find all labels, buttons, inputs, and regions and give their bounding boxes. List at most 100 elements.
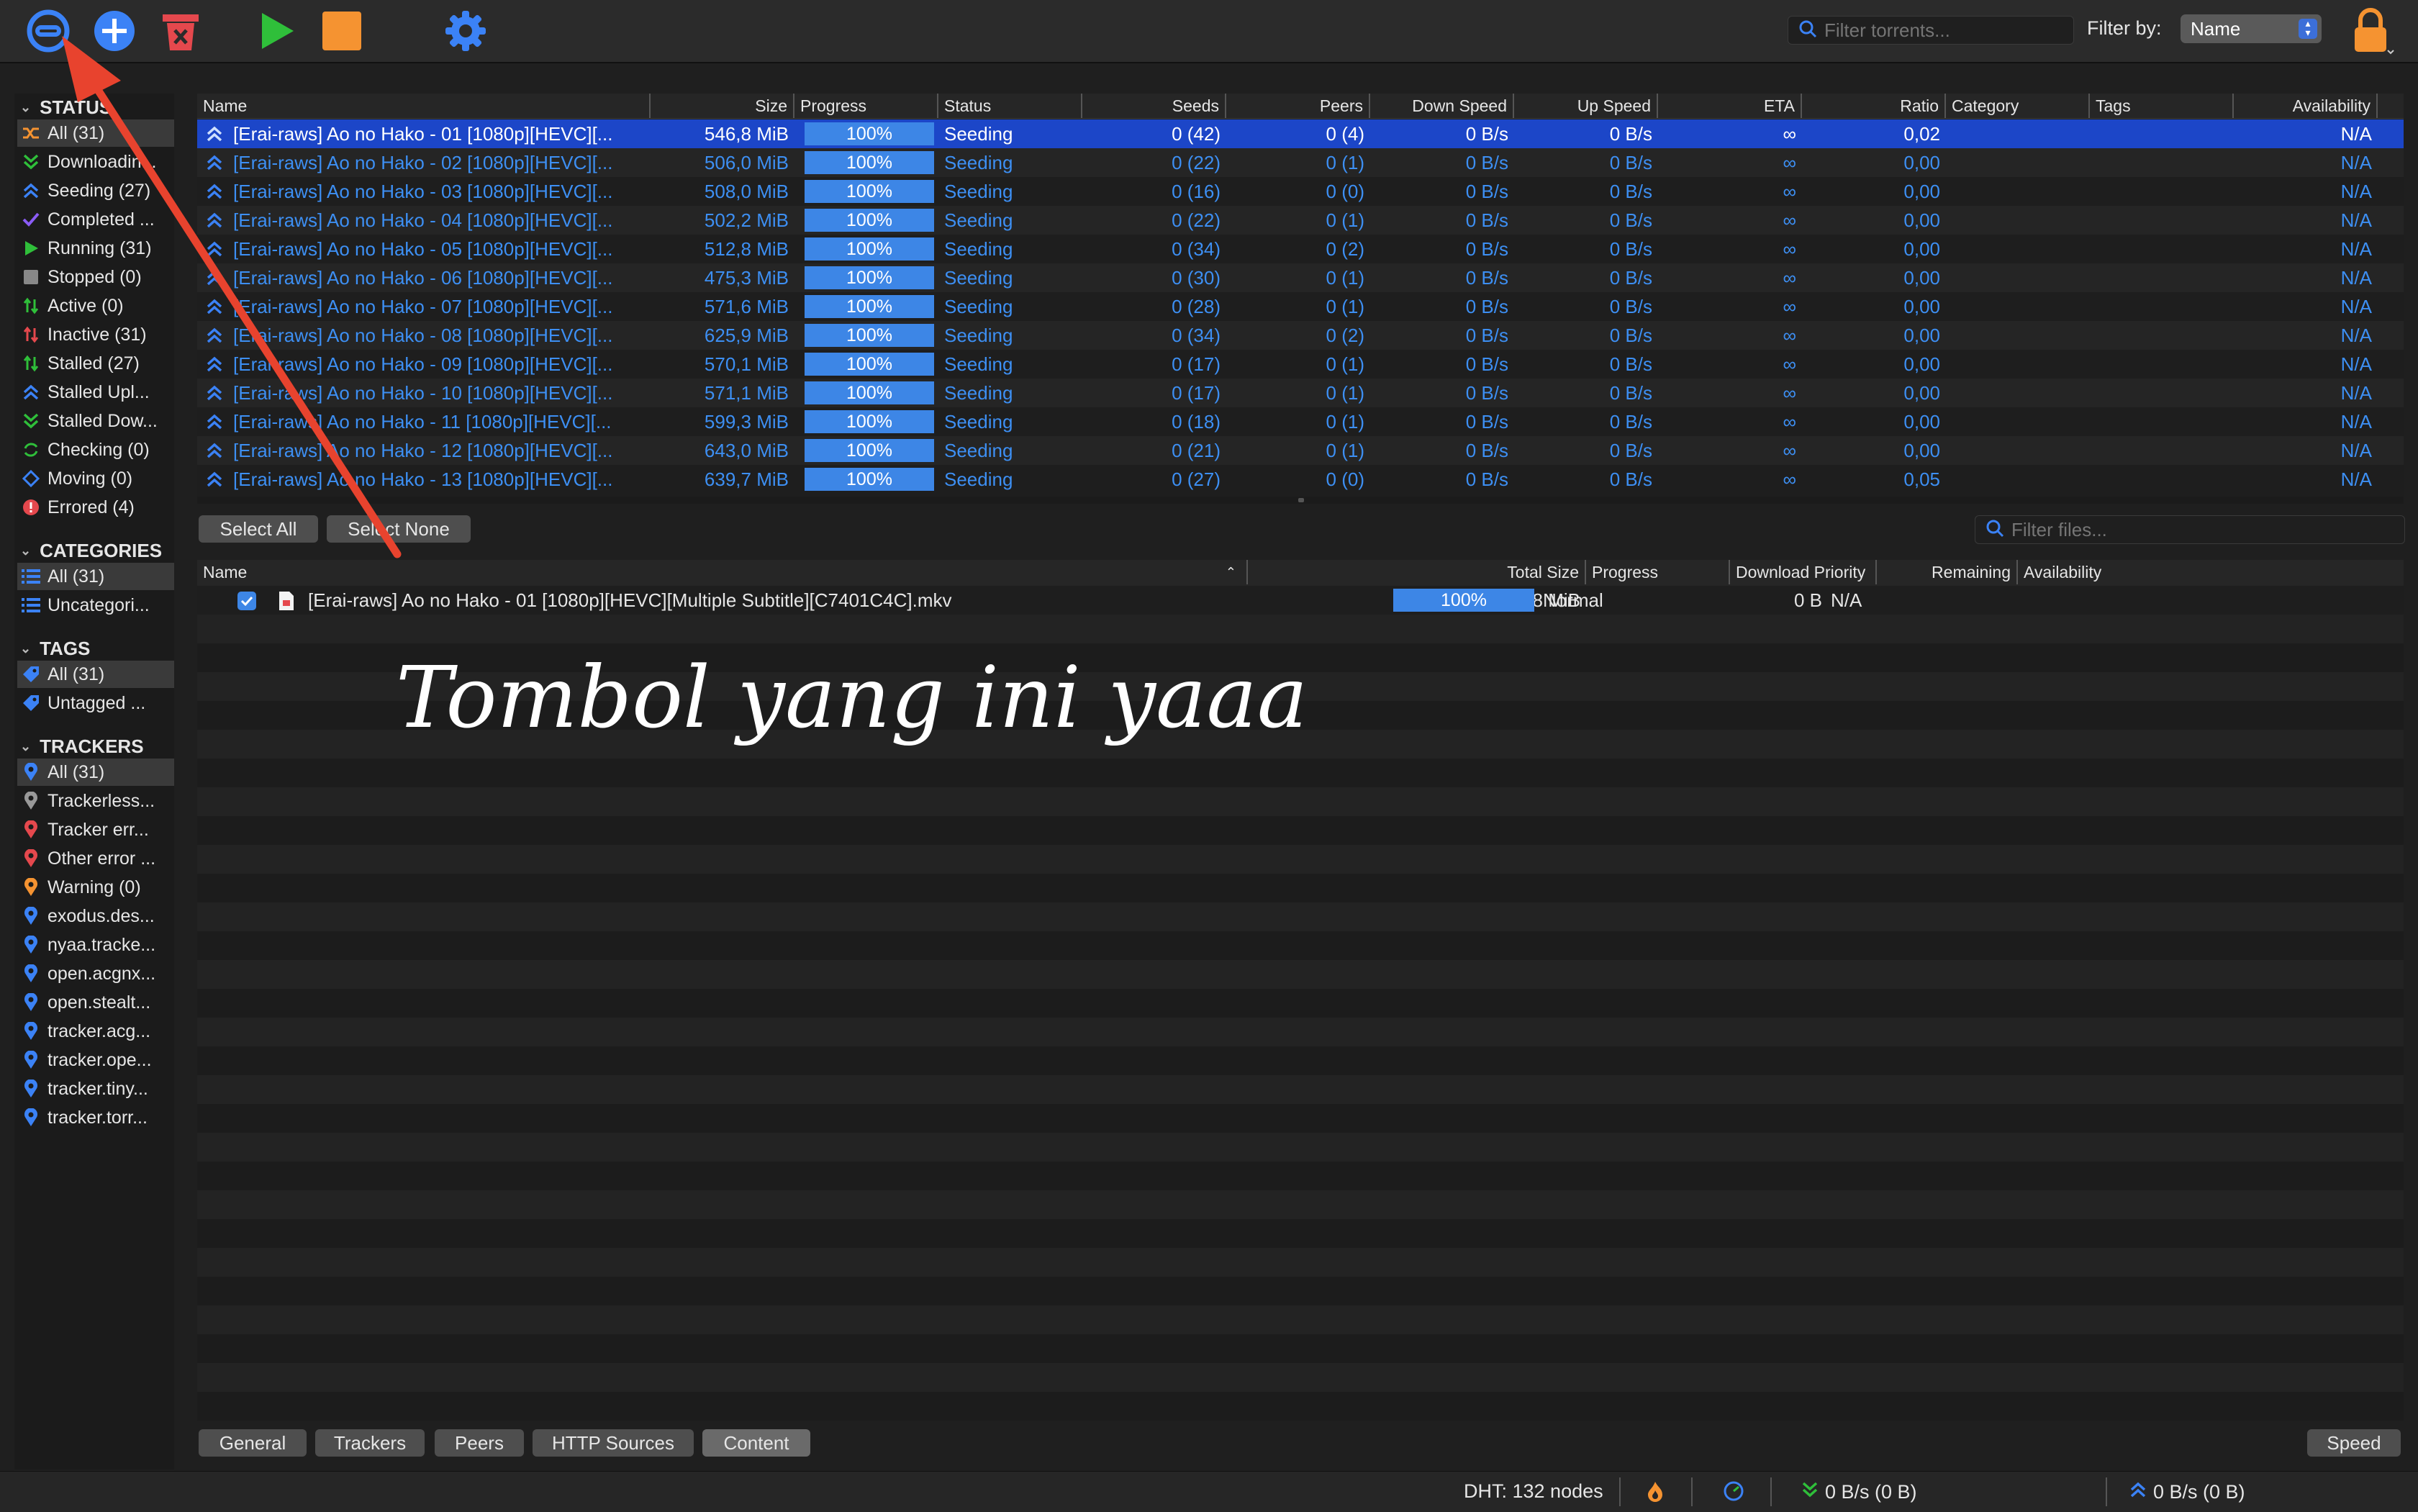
sidebar-item-status[interactable]: Running (31) <box>17 235 174 262</box>
sidebar-item-status[interactable]: Stalled (27) <box>17 350 174 377</box>
torrent-row[interactable]: [Erai-raws] Ao no Hako - 13 [1080p][HEVC… <box>197 465 2404 494</box>
sidebar-item-status[interactable]: Active (0) <box>17 292 174 320</box>
resume-icon[interactable] <box>250 6 301 56</box>
sidebar-item-status[interactable]: Errored (4) <box>17 494 174 521</box>
select-none-button[interactable]: Select None <box>327 515 471 543</box>
tab-trackers[interactable]: Trackers <box>315 1429 425 1457</box>
col-category[interactable]: Category <box>1946 94 2090 118</box>
sidebar-item-categories[interactable]: All (31) <box>17 563 174 590</box>
col-status[interactable]: Status <box>938 94 1082 118</box>
sidebar-item-trackers[interactable]: nyaa.tracke... <box>17 931 174 959</box>
file-row[interactable]: [Erai-raws] Ao no Hako - 01 [1080p][HEVC… <box>197 586 2404 615</box>
sidebar-item-trackers[interactable]: Trackerless... <box>17 787 174 815</box>
sidebar-item-trackers[interactable]: open.acgnx... <box>17 960 174 987</box>
chevron-down-icon: ⌄ <box>20 641 32 656</box>
col-eta[interactable]: ETA <box>1658 94 1802 118</box>
torrent-row[interactable]: [Erai-raws] Ao no Hako - 06 [1080p][HEVC… <box>197 263 2404 292</box>
sidebar-item-trackers[interactable]: Other error ... <box>17 845 174 872</box>
torrent-row[interactable]: [Erai-raws] Ao no Hako - 02 [1080p][HEVC… <box>197 148 2404 177</box>
col-progress[interactable]: Progress <box>794 94 938 118</box>
torrent-row[interactable]: [Erai-raws] Ao no Hako - 03 [1080p][HEVC… <box>197 177 2404 206</box>
sidebar-item-status[interactable]: Stopped (0) <box>17 263 174 291</box>
sidebar-item-status[interactable]: Downloadin... <box>17 148 174 176</box>
sidebar-item-status[interactable]: All (31) <box>17 119 174 147</box>
sidebar-item-trackers[interactable]: Tracker err... <box>17 816 174 843</box>
col-seeds[interactable]: Seeds <box>1082 94 1226 118</box>
col-progress[interactable]: Progress <box>1586 560 1730 584</box>
torrent-row[interactable]: [Erai-raws] Ao no Hako - 07 [1080p][HEVC… <box>197 292 2404 321</box>
error-icon <box>22 498 40 517</box>
sidebar-section-categories[interactable]: ⌄ CATEGORIES <box>20 540 162 562</box>
torrent-row[interactable]: [Erai-raws] Ao no Hako - 01 [1080p][HEVC… <box>197 119 2404 148</box>
sidebar-item-trackers[interactable]: Warning (0) <box>17 874 174 901</box>
sidebar-item-tags[interactable]: Untagged ... <box>17 689 174 717</box>
col-size[interactable]: Size <box>651 94 794 118</box>
col-name[interactable]: Name <box>197 94 651 118</box>
settings-gear-icon[interactable] <box>440 6 491 56</box>
speed-button[interactable]: Speed <box>2307 1429 2401 1457</box>
torrent-progress: 100% <box>805 180 934 203</box>
col-availability[interactable]: Availability <box>2234 94 2378 118</box>
sidebar-item-status[interactable]: Moving (0) <box>17 465 174 492</box>
sidebar-item-trackers[interactable]: open.stealt... <box>17 989 174 1016</box>
add-torrent-icon[interactable] <box>89 6 140 56</box>
torrent-row[interactable]: [Erai-raws] Ao no Hako - 08 [1080p][HEVC… <box>197 321 2404 350</box>
file-filter-input[interactable] <box>2010 517 2387 542</box>
sidebar-item-status[interactable]: Checking (0) <box>17 436 174 463</box>
col-remaining[interactable]: Remaining <box>1877 560 2018 584</box>
file-checkbox[interactable] <box>237 592 256 610</box>
filter-by-select[interactable]: Name ▴ ▾ <box>2181 14 2322 43</box>
torrent-link-icon[interactable] <box>23 6 73 56</box>
sidebar-section-status[interactable]: ⌄ STATUS <box>20 96 112 119</box>
file-search-box[interactable] <box>1975 515 2405 544</box>
torrent-row[interactable]: [Erai-raws] Ao no Hako - 09 [1080p][HEVC… <box>197 350 2404 379</box>
tab-content[interactable]: Content <box>702 1429 810 1457</box>
sidebar-item-label: Active (0) <box>47 295 124 316</box>
sidebar-item-trackers[interactable]: exodus.des... <box>17 902 174 930</box>
torrent-row[interactable]: [Erai-raws] Ao no Hako - 11 [1080p][HEVC… <box>197 407 2404 436</box>
flame-icon[interactable] <box>1645 1480 1665 1502</box>
torrent-row[interactable]: [Erai-raws] Ao no Hako - 05 [1080p][HEVC… <box>197 235 2404 263</box>
sidebar-item-status[interactable]: Inactive (31) <box>17 321 174 348</box>
torrent-row[interactable]: [Erai-raws] Ao no Hako - 04 [1080p][HEVC… <box>197 206 2404 235</box>
col-priority[interactable]: Download Priority <box>1730 560 1877 584</box>
col-name[interactable]: Name ⌃ <box>197 560 1248 584</box>
col-tags[interactable]: Tags <box>2090 94 2234 118</box>
sidebar-item-label: Untagged ... <box>47 692 146 713</box>
col-down-speed[interactable]: Down Speed <box>1370 94 1514 118</box>
sidebar-item-trackers[interactable]: tracker.acg... <box>17 1018 174 1045</box>
torrent-search-box[interactable] <box>1788 16 2074 45</box>
sidebar-item-status[interactable]: Completed ... <box>17 206 174 233</box>
search-input[interactable] <box>1823 18 2063 42</box>
sidebar-item-trackers[interactable]: tracker.torr... <box>17 1104 174 1131</box>
tab-http-sources[interactable]: HTTP Sources <box>533 1429 694 1457</box>
sidebar-item-categories[interactable]: Uncategori... <box>17 592 174 619</box>
select-all-button[interactable]: Select All <box>199 515 318 543</box>
sidebar-item-status[interactable]: Stalled Upl... <box>17 379 174 406</box>
sidebar-item-status[interactable]: Stalled Dow... <box>17 407 174 435</box>
col-ratio[interactable]: Ratio <box>1802 94 1946 118</box>
torrent-row[interactable]: [Erai-raws] Ao no Hako - 12 [1080p][HEVC… <box>197 436 2404 465</box>
delete-torrent-icon[interactable] <box>155 6 206 56</box>
col-availability[interactable]: Availability <box>2018 560 2404 584</box>
tab-general[interactable]: General <box>199 1429 307 1457</box>
torrent-row[interactable]: [Erai-raws] Ao no Hako - 10 [1080p][HEVC… <box>197 379 2404 407</box>
sidebar-section-tags[interactable]: ⌄ TAGS <box>20 638 90 660</box>
tag-icon <box>22 694 40 712</box>
sidebar-item-trackers[interactable]: tracker.tiny... <box>17 1075 174 1103</box>
tab-peers[interactable]: Peers <box>435 1429 524 1457</box>
col-peers[interactable]: Peers <box>1226 94 1370 118</box>
panel-splitter[interactable] <box>197 497 2404 504</box>
sidebar-item-tags[interactable]: All (31) <box>17 661 174 688</box>
file-progress-bar: 100% <box>1393 589 1534 612</box>
pause-icon[interactable] <box>317 6 367 56</box>
sidebar-item-status[interactable]: Seeding (27) <box>17 177 174 204</box>
col-total-size[interactable]: Total Size <box>1248 560 1586 584</box>
sidebar-section-trackers[interactable]: ⌄ TRACKERS <box>20 735 144 758</box>
sidebar-item-trackers[interactable]: tracker.ope... <box>17 1046 174 1074</box>
file-priority[interactable]: Normal <box>1537 586 1681 615</box>
speed-limit-icon[interactable] <box>1723 1480 1744 1502</box>
sidebar-item-trackers[interactable]: All (31) <box>17 759 174 786</box>
lock-icon[interactable] <box>2347 7 2395 58</box>
col-up-speed[interactable]: Up Speed <box>1514 94 1658 118</box>
